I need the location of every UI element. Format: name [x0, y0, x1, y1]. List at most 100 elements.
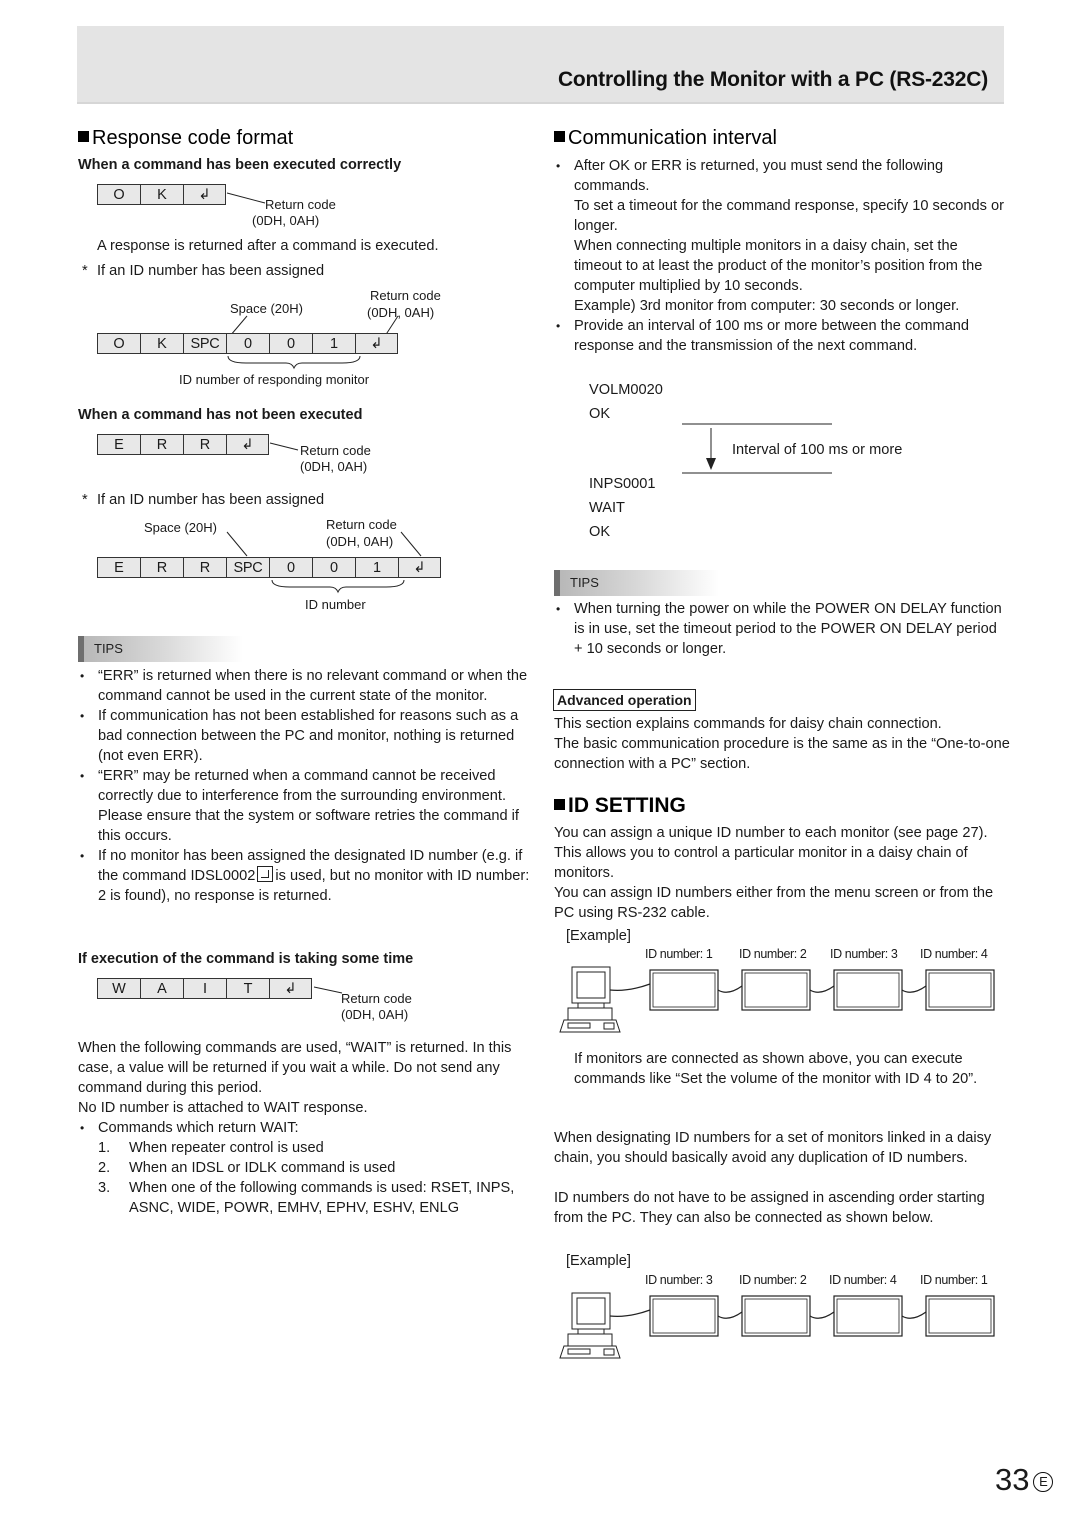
monitor-icon: [833, 969, 903, 1011]
list-item: 2. When an IDSL or IDLK command is used: [98, 1158, 538, 1178]
wait-paragraph: When the following commands are used, “W…: [78, 1040, 512, 1096]
sequence-line: OK: [589, 524, 611, 540]
id-label: ID number: 3: [645, 1273, 713, 1287]
executed-description: A response is returned after a command i…: [97, 238, 439, 254]
language-mark-icon: E: [1033, 1472, 1054, 1492]
heading-text: ID SETTING: [568, 794, 686, 817]
cell: R: [183, 557, 226, 578]
id-note: If an ID number has been assigned: [97, 492, 325, 508]
monitor-icon: [741, 1295, 811, 1337]
tip-item: “ERR” may be returned when a command can…: [78, 766, 533, 846]
list-text: When one of the following commands is us…: [129, 1180, 515, 1216]
tip-item: “ERR” is returned when there is no relev…: [78, 666, 533, 706]
section-heading-id-setting: ID SETTING: [554, 794, 686, 818]
id-label: ID number: 2: [739, 1273, 807, 1287]
bullet-text: When connecting multiple monitors in a d…: [574, 238, 983, 294]
advanced-text: This section explains commands for daisy…: [554, 714, 1014, 774]
bullet-text: After OK or ERR is returned, you must se…: [574, 158, 944, 194]
return-code-hex: (0DH, 0AH): [252, 213, 320, 228]
enter-key-icon: [257, 866, 274, 882]
return-code-cell: ↲: [226, 434, 269, 455]
wait-paragraph-2: No ID number is attached to WAIT respons…: [78, 1100, 368, 1116]
pc-icon: [559, 966, 621, 1033]
return-code-label: Return code: [370, 288, 441, 303]
asterisk-mark: *: [82, 492, 88, 508]
tip-item: If no monitor has been assigned the desi…: [78, 846, 533, 906]
square-bullet-icon: [554, 131, 565, 142]
sequence-before: VOLM0020 OK: [589, 378, 663, 426]
cell: 0: [312, 557, 355, 578]
interval-label: Interval of 100 ms or more: [732, 442, 903, 458]
tip-item: If communication has not been establishe…: [78, 706, 533, 766]
space-label: Space (20H): [144, 520, 217, 535]
monitor-icon: [649, 1295, 719, 1337]
return-code-label: Return code: [265, 197, 336, 212]
cell: R: [183, 434, 226, 455]
monitor-icon: [649, 969, 719, 1011]
cell: K: [140, 184, 183, 205]
cell: W: [97, 978, 140, 999]
monitor-icon: [925, 1295, 995, 1337]
cell: E: [97, 434, 140, 455]
interval-bullet: Provide an interval of 100 ms or more be…: [554, 316, 1009, 356]
list-item: 3. When one of the following commands is …: [98, 1178, 538, 1218]
subheading-wait: If execution of the command is taking so…: [78, 951, 414, 967]
monitor-icon: [833, 1295, 903, 1337]
advanced-operation-label: Advanced operation: [553, 689, 696, 711]
cell: E: [97, 557, 140, 578]
interval-bullet: After OK or ERR is returned, you must se…: [554, 156, 1009, 316]
sequence-after: INPS0001 WAIT OK: [589, 472, 656, 544]
ok-id-response-cells: O K SPC 0 0 1 ↲: [97, 333, 398, 354]
list-text: When an IDSL or IDLK command is used: [129, 1160, 396, 1176]
return-code-label: Return code: [300, 443, 371, 458]
list-text: When repeater control is used: [129, 1140, 324, 1156]
id-label: ID number: 3: [830, 947, 898, 961]
advanced-text-line: This section explains commands for daisy…: [554, 716, 942, 732]
daisy-chain-diagram-1: [559, 966, 995, 1033]
page-number-text: 33: [995, 1462, 1030, 1497]
return-code-cell: ↲: [398, 557, 441, 578]
cell: SPC: [183, 333, 226, 354]
asterisk-mark: *: [82, 263, 88, 279]
id-label: ID number: 1: [920, 1273, 988, 1287]
page-number: 33 E: [995, 1462, 1054, 1498]
monitor-icon: [925, 969, 995, 1011]
sequence-line: WAIT: [589, 500, 625, 516]
monitor-icon: [741, 969, 811, 1011]
cell: O: [97, 333, 140, 354]
id-setting-para: You can assign a unique ID number to eac…: [554, 825, 988, 881]
cell: A: [140, 978, 183, 999]
square-bullet-icon: [78, 131, 89, 142]
cell: T: [226, 978, 269, 999]
id-note: If an ID number has been assigned: [97, 263, 325, 279]
sequence-line: VOLM0020: [589, 382, 663, 398]
interval-bullets: After OK or ERR is returned, you must se…: [554, 156, 1009, 356]
leader-lines: [226, 531, 422, 557]
id-brace-label: ID number: [305, 597, 366, 612]
daisy-chain-diagram-2: [559, 1292, 995, 1359]
wait-bullets: Commands which return WAIT:: [78, 1118, 533, 1138]
tips-list: When turning the power on while the POWE…: [554, 599, 1009, 659]
return-code-cell: ↲: [269, 978, 312, 999]
err-id-response-cells: E R R SPC 0 0 1 ↲: [97, 557, 441, 578]
tip-text: “ERR” may be returned when a command can…: [98, 768, 507, 804]
return-code-hex: (0DH, 0AH): [300, 459, 368, 474]
id-label: ID number: 1: [645, 947, 713, 961]
heading-text: Communication interval: [568, 127, 777, 149]
return-code-label: Return code: [341, 991, 412, 1006]
id-label: ID number: 4: [920, 947, 988, 961]
id-brace-label: ID number of responding monitor: [179, 372, 370, 387]
sequence-line: INPS0001: [589, 476, 656, 492]
wait-bullet: Commands which return WAIT:: [78, 1118, 533, 1138]
cell: SPC: [226, 557, 269, 578]
return-code-cell: ↲: [183, 184, 226, 205]
tips-label: TIPS: [554, 570, 719, 596]
cell: 1: [312, 333, 355, 354]
section-heading-communication-interval: Communication interval: [554, 127, 777, 150]
list-number: 3.: [98, 1180, 111, 1196]
subheading-executed: When a command has been executed correct…: [78, 157, 402, 173]
page-header-title: Controlling the Monitor with a PC (RS-23…: [557, 68, 988, 91]
header-band: Controlling the Monitor with a PC (RS-23…: [77, 26, 1004, 104]
id-setting-para: When designating ID numbers for a set of…: [554, 1130, 992, 1166]
id-label: ID number: 2: [739, 947, 807, 961]
